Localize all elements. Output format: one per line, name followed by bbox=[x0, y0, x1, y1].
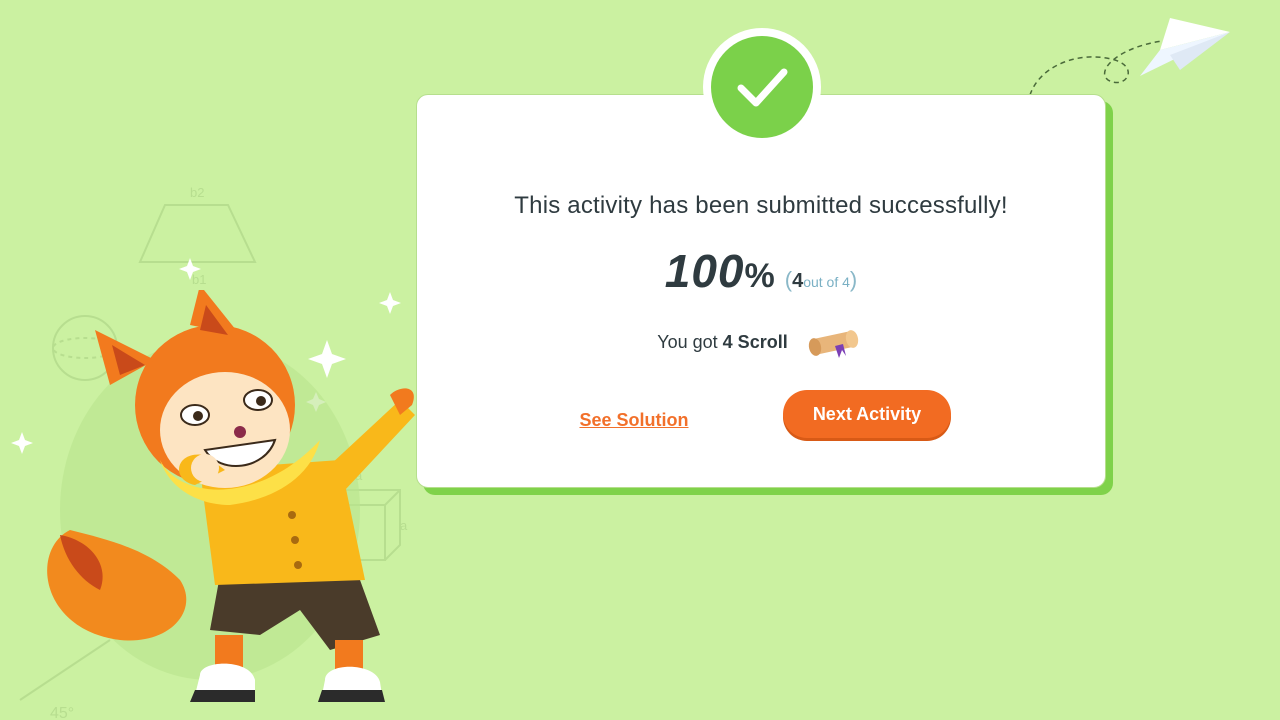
scroll-icon bbox=[808, 330, 858, 358]
reward-message: You got 4 Scroll bbox=[416, 326, 1106, 360]
paper-plane-icon bbox=[1029, 18, 1230, 96]
score-close-paren: ) bbox=[849, 267, 858, 292]
fox-mascot-illustration bbox=[47, 290, 415, 702]
score-out-of-text: out of 4 bbox=[803, 274, 850, 290]
trapezoid-top-label: b2 bbox=[190, 185, 204, 200]
score-percent: 100 bbox=[664, 245, 745, 297]
success-badge-circle bbox=[711, 36, 813, 138]
score-correct-count: 4 bbox=[792, 270, 804, 292]
score-percent-symbol: % bbox=[744, 257, 775, 295]
score-detail: (4out of 4) bbox=[785, 267, 857, 292]
activity-result-screen: b2 b1 a a 45° This activity has been sub… bbox=[0, 0, 1280, 720]
success-badge bbox=[703, 28, 821, 146]
see-solution-link[interactable]: See Solution bbox=[560, 410, 708, 431]
score-summary: 100% (4out of 4) bbox=[416, 244, 1106, 298]
next-activity-button[interactable]: Next Activity bbox=[783, 390, 951, 438]
reward-prefix: You got bbox=[657, 331, 723, 352]
reward-amount: 4 Scroll bbox=[722, 331, 788, 352]
trapezoid-bottom-label: b1 bbox=[192, 272, 206, 287]
submission-success-message: This activity has been submitted success… bbox=[514, 192, 1008, 219]
checkmark-icon bbox=[737, 68, 788, 107]
score-open-paren: ( bbox=[784, 267, 793, 292]
